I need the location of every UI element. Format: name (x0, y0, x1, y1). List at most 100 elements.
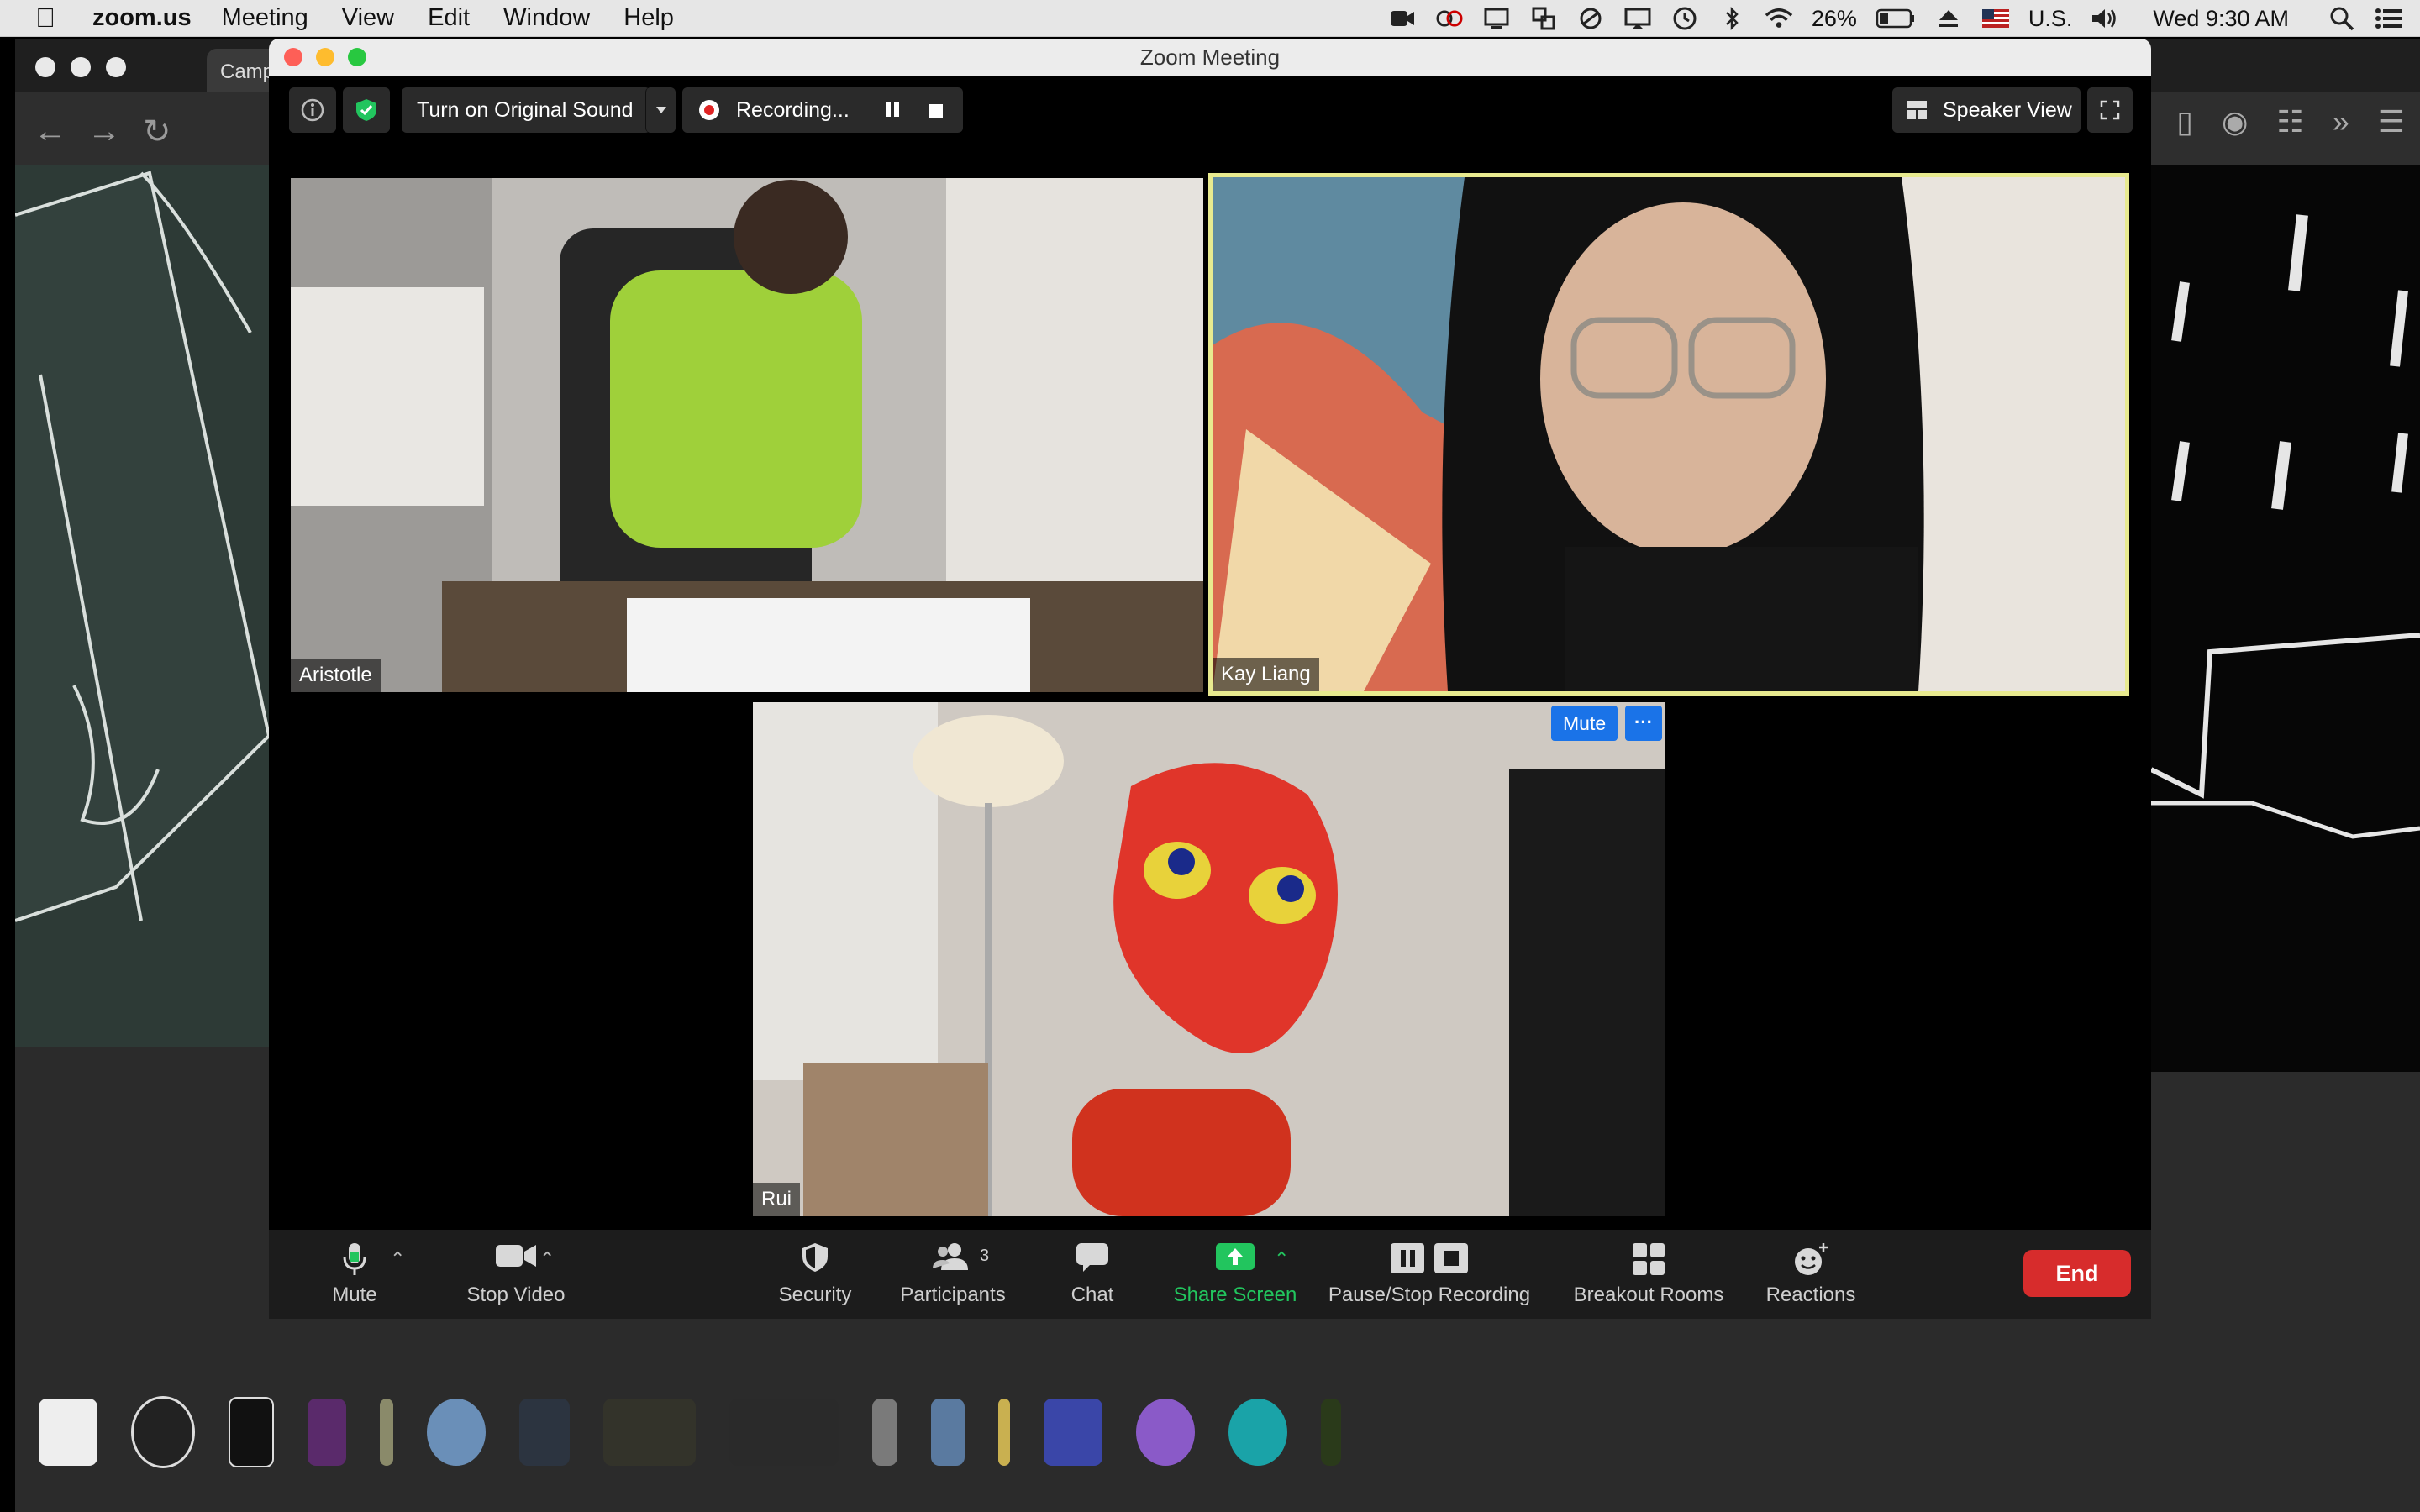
mute-button[interactable]: Mute (313, 1230, 397, 1319)
clock[interactable]: Wed 9:30 AM (2153, 6, 2289, 32)
back-icon[interactable]: ← (34, 113, 67, 150)
desktop-items-strip (0, 1352, 2420, 1512)
menu-item-edit[interactable]: Edit (428, 4, 470, 32)
info-button[interactable] (289, 87, 336, 133)
video-tile-rui[interactable]: Rui Mute ··· (753, 702, 1665, 1216)
wifi-icon[interactable] (1765, 6, 1793, 31)
reactions-icon (1795, 1243, 1828, 1275)
tile-more-button[interactable]: ··· (1625, 706, 1662, 741)
recording-indicator: Recording... (682, 87, 963, 133)
participant-name-label: Rui (753, 1183, 801, 1216)
participants-button[interactable]: 3 Participants (869, 1230, 1037, 1319)
share-screen-icon (1216, 1243, 1255, 1270)
eject-icon[interactable] (1934, 6, 1963, 31)
canister-icon[interactable] (872, 1399, 897, 1466)
video-feed-kay-liang (1213, 177, 2125, 691)
library-icon[interactable]: ☷ (2276, 104, 2303, 139)
creative-cloud-icon[interactable] (1435, 6, 1464, 31)
window-icon[interactable] (1529, 6, 1558, 31)
forward-icon[interactable]: → (87, 113, 121, 150)
crystal-icon[interactable] (1136, 1399, 1195, 1466)
maximize-window-button[interactable] (348, 48, 366, 66)
info-icon (301, 98, 324, 122)
sign-icon[interactable] (603, 1399, 696, 1466)
menu-item-help[interactable]: Help (623, 4, 674, 32)
pause-stop-recording-label: Pause/Stop Recording (1328, 1284, 1531, 1306)
search-icon[interactable] (2328, 6, 2356, 31)
shield-icon (356, 99, 376, 121)
reactions-label: Reactions (1765, 1284, 1856, 1306)
chat-button[interactable]: Chat (1042, 1230, 1143, 1319)
menu-bar:  zoom.us Meeting View Edit Window Help (0, 0, 2420, 37)
tile-mute-button[interactable]: Mute (1551, 706, 1618, 741)
wheel-icon[interactable] (131, 1396, 195, 1468)
security-button[interactable]: Security (748, 1230, 882, 1319)
book-icon[interactable] (519, 1399, 570, 1466)
sync-icon[interactable] (1576, 6, 1605, 31)
share-options-caret[interactable]: ⌃ (1274, 1248, 1289, 1270)
speaker-view-label: Speaker View (1943, 97, 2072, 122)
menu-item-view[interactable]: View (342, 4, 394, 32)
gem-icon[interactable] (1228, 1399, 1287, 1466)
canvas-artwork-right (2151, 165, 2420, 1072)
menu-item-window[interactable]: Window (503, 4, 590, 32)
video-tile-aristotle[interactable]: Aristotle (291, 178, 1203, 692)
canvas-artwork-left (15, 165, 269, 1047)
account-icon[interactable]: ◉ (2222, 104, 2248, 139)
breakout-rooms-label: Breakout Rooms (1573, 1284, 1724, 1306)
bluetooth-icon[interactable] (1718, 6, 1746, 31)
recording-label: Recording... (736, 97, 850, 122)
globe-icon[interactable] (427, 1399, 486, 1466)
zoom-status-icon[interactable] (1388, 6, 1417, 31)
reload-icon[interactable]: ↻ (143, 113, 171, 151)
jar-icon[interactable] (1321, 1399, 1341, 1466)
stop-recording-button[interactable] (928, 101, 944, 125)
chat-label: Chat (1071, 1284, 1114, 1306)
microphone-icon (343, 1243, 366, 1275)
input-source-label[interactable]: U.S. (2028, 6, 2073, 32)
speaker-view-button[interactable]: Speaker View (1892, 87, 2081, 133)
volume-icon[interactable] (2091, 6, 2119, 31)
end-meeting-button[interactable]: End (2023, 1250, 2131, 1297)
dice-icon[interactable] (39, 1399, 97, 1466)
brush-icon[interactable] (380, 1399, 393, 1466)
hammer-icon[interactable] (931, 1399, 965, 1466)
video-tile-kay-liang[interactable]: Kay Liang (1208, 173, 2129, 696)
participants-count: 3 (980, 1247, 990, 1265)
stop-video-button[interactable]: Stop Video (440, 1230, 592, 1319)
security-icon (802, 1243, 828, 1272)
original-sound-dropdown[interactable] (645, 87, 676, 133)
panel-icon[interactable] (1044, 1399, 1102, 1466)
menu-item-meeting[interactable]: Meeting (222, 4, 308, 32)
participant-name-label: Aristotle (291, 659, 381, 692)
audio-options-caret[interactable]: ⌃ (390, 1248, 405, 1270)
browser-window-controls[interactable] (35, 57, 126, 77)
battery-icon[interactable] (1876, 6, 1916, 31)
control-center-icon[interactable] (2375, 6, 2403, 31)
display-icon[interactable] (1623, 6, 1652, 31)
pause-recording-button[interactable] (884, 100, 901, 124)
reactions-button[interactable]: Reactions (1739, 1230, 1882, 1319)
apple-icon[interactable]:  (22, 3, 69, 34)
mute-label: Mute (332, 1284, 377, 1306)
battery-percent: 26% (1811, 5, 1857, 31)
close-window-button[interactable] (284, 48, 302, 66)
encryption-badge[interactable] (343, 87, 390, 133)
pause-stop-recording-button[interactable]: Pause/Stop Recording (1307, 1230, 1551, 1319)
bottle-icon[interactable] (308, 1399, 346, 1466)
menu-app-name[interactable]: zoom.us (92, 4, 192, 32)
menu-icon[interactable]: ☰ (2378, 104, 2405, 139)
video-options-caret[interactable]: ⌃ (539, 1248, 555, 1270)
sidebar-icon[interactable]: ▯ (2176, 104, 2193, 139)
fullscreen-button[interactable] (2087, 87, 2133, 133)
breakout-rooms-button[interactable]: Breakout Rooms (1548, 1230, 1749, 1319)
screen-icon[interactable] (1482, 6, 1511, 31)
original-sound-button[interactable]: Turn on Original Sound (402, 87, 650, 133)
chalkboard-icon[interactable] (729, 1399, 839, 1466)
minimize-window-button[interactable] (316, 48, 334, 66)
share-screen-button[interactable]: Share Screen (1151, 1230, 1319, 1319)
time-machine-icon[interactable] (1670, 6, 1699, 31)
overflow-icon[interactable]: » (2333, 104, 2349, 139)
lightbulb-icon[interactable] (229, 1397, 274, 1467)
pencil-icon[interactable] (998, 1399, 1010, 1466)
